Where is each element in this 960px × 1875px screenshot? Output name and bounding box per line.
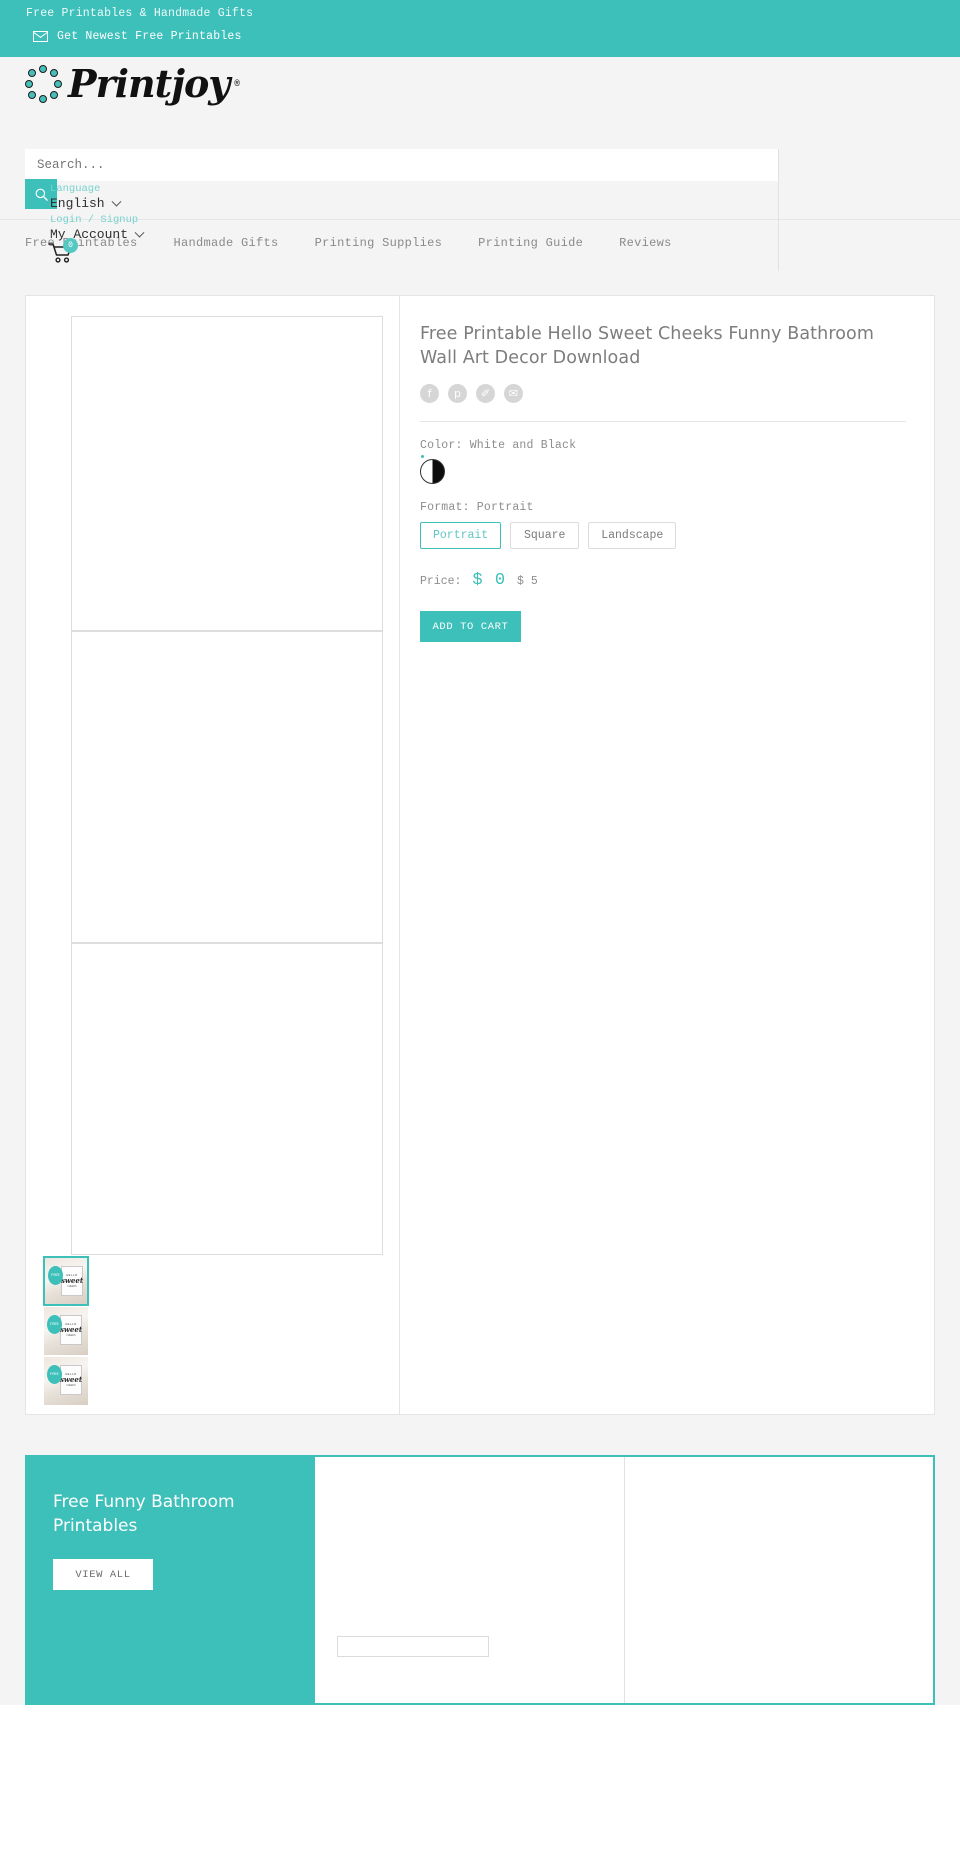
thumbnail-line3: CHEEKS: [66, 1384, 76, 1387]
product-title: Free Printable Hello Sweet Cheeks Funny …: [420, 324, 874, 368]
logo-dots-icon: [25, 65, 63, 103]
promo-banner: Free Funny Bathroom Printables VIEW ALL: [25, 1455, 935, 1705]
thumbnail-line2: sweet: [59, 1375, 83, 1384]
search-bar[interactable]: [25, 149, 778, 181]
site-logo[interactable]: Printjoy ®: [25, 65, 240, 103]
login-signup-link[interactable]: Login / Signup: [50, 213, 143, 227]
price-original: $ 5: [517, 575, 538, 588]
nav-item-printing-guide[interactable]: Printing Guide: [478, 236, 583, 250]
account-selector[interactable]: Login / Signup My Account: [50, 213, 145, 243]
promo-left-panel: Free Funny Bathroom Printables VIEW ALL: [27, 1457, 315, 1703]
language-current: English: [50, 196, 105, 211]
twitter-icon[interactable]: ✐: [476, 384, 495, 403]
free-badge: FREE: [47, 1315, 62, 1334]
newsletter-link[interactable]: Get Newest Free Printables: [33, 30, 242, 43]
nav-item-reviews[interactable]: Reviews: [619, 236, 672, 250]
mail-icon: [33, 31, 48, 42]
free-badge: FREE: [47, 1365, 62, 1384]
thumbnail-2[interactable]: HELLO sweet CHEEKS FREE: [43, 1306, 89, 1356]
format-option-label: Format: Portrait: [420, 501, 534, 514]
price-current: $ 0: [472, 571, 507, 590]
promo-section-wrap: Free Funny Bathroom Printables VIEW ALL: [0, 1415, 960, 1705]
email-icon[interactable]: ✉: [504, 384, 523, 403]
free-badge: FREE: [48, 1266, 63, 1285]
newsletter-label: Get Newest Free Printables: [57, 30, 242, 43]
thumbnail-list: HELLO sweet CHEEKS FREE HELLO sweet CHEE…: [43, 1256, 89, 1406]
product-image-1[interactable]: [71, 316, 383, 631]
format-button-square[interactable]: Square: [510, 522, 580, 549]
my-account-label: My Account: [50, 227, 129, 242]
price-label: Price:: [420, 575, 462, 588]
selected-indicator-dot: [421, 455, 424, 458]
main-navigation: Free Printables Handmade Gifts Printing …: [0, 219, 960, 265]
promo-product-cell-2[interactable]: [625, 1457, 934, 1703]
format-option-group: Portrait Square Landscape: [420, 522, 906, 549]
color-swatch-white-and-black[interactable]: [420, 459, 445, 484]
language-label: Language: [50, 183, 101, 195]
pinterest-icon[interactable]: p: [448, 384, 467, 403]
nav-item-printing-supplies[interactable]: Printing Supplies: [315, 236, 443, 250]
header-divider: [778, 149, 779, 271]
language-selector[interactable]: Language English: [50, 182, 122, 212]
logo-registered-mark: ®: [234, 79, 240, 89]
promo-title: Free Funny Bathroom Printables: [53, 1492, 235, 1536]
thumbnail-line2: sweet: [59, 1325, 83, 1334]
thumbnail-line2: sweet: [60, 1276, 84, 1285]
thumbnail-frame: HELLO sweet CHEEKS: [60, 1315, 82, 1345]
language-value[interactable]: English: [50, 196, 122, 212]
chevron-down-icon: [111, 196, 122, 207]
cart-count-badge: 0: [63, 238, 78, 253]
thumbnail-line3: CHEEKS: [67, 1285, 77, 1288]
promo-product-thumb: [337, 1636, 489, 1657]
product-details: Free Printable Hello Sweet Cheeks Funny …: [400, 296, 934, 1414]
thumbnail-frame: HELLO sweet CHEEKS: [61, 1266, 83, 1296]
cart-button[interactable]: 0: [48, 238, 78, 266]
product-image-2[interactable]: [71, 631, 383, 943]
search-icon: [35, 188, 48, 201]
product-card: HELLO sweet CHEEKS FREE HELLO sweet CHEE…: [25, 295, 935, 1415]
promo-product-cell-1[interactable]: [315, 1457, 625, 1703]
format-button-landscape[interactable]: Landscape: [588, 522, 677, 549]
share-row: f p ✐ ✉: [420, 384, 906, 403]
color-swatch-group: [420, 455, 450, 484]
page-body: HELLO sweet CHEEKS FREE HELLO sweet CHEE…: [0, 265, 960, 1415]
announcement-tagline: Free Printables & Handmade Gifts: [26, 7, 254, 20]
format-button-portrait[interactable]: Portrait: [420, 522, 502, 549]
nav-item-handmade-gifts[interactable]: Handmade Gifts: [174, 236, 279, 250]
product-gallery: HELLO sweet CHEEKS FREE HELLO sweet CHEE…: [26, 296, 400, 1414]
facebook-icon[interactable]: f: [420, 384, 439, 403]
price-row: Price: $ 0 $ 5: [420, 571, 906, 590]
thumbnail-line3: CHEEKS: [66, 1334, 76, 1337]
promo-view-all-button[interactable]: VIEW ALL: [53, 1559, 153, 1590]
announcement-bar: Free Printables & Handmade Gifts Get New…: [0, 0, 960, 57]
color-option-label: Color: White and Black: [420, 439, 577, 452]
divider: [420, 421, 906, 422]
search-input[interactable]: [25, 149, 778, 181]
thumbnail-3[interactable]: HELLO sweet CHEEKS FREE: [43, 1356, 89, 1406]
add-to-cart-button[interactable]: ADD TO CART: [420, 611, 521, 642]
thumbnail-1[interactable]: HELLO sweet CHEEKS FREE: [43, 1256, 89, 1306]
product-image-3[interactable]: [71, 943, 383, 1255]
logo-wordmark: Printjoy: [68, 61, 230, 106]
site-header: Printjoy ® Language English Login / Sign…: [0, 57, 960, 271]
thumbnail-frame: HELLO sweet CHEEKS: [60, 1365, 82, 1395]
chevron-down-icon: [134, 227, 145, 238]
